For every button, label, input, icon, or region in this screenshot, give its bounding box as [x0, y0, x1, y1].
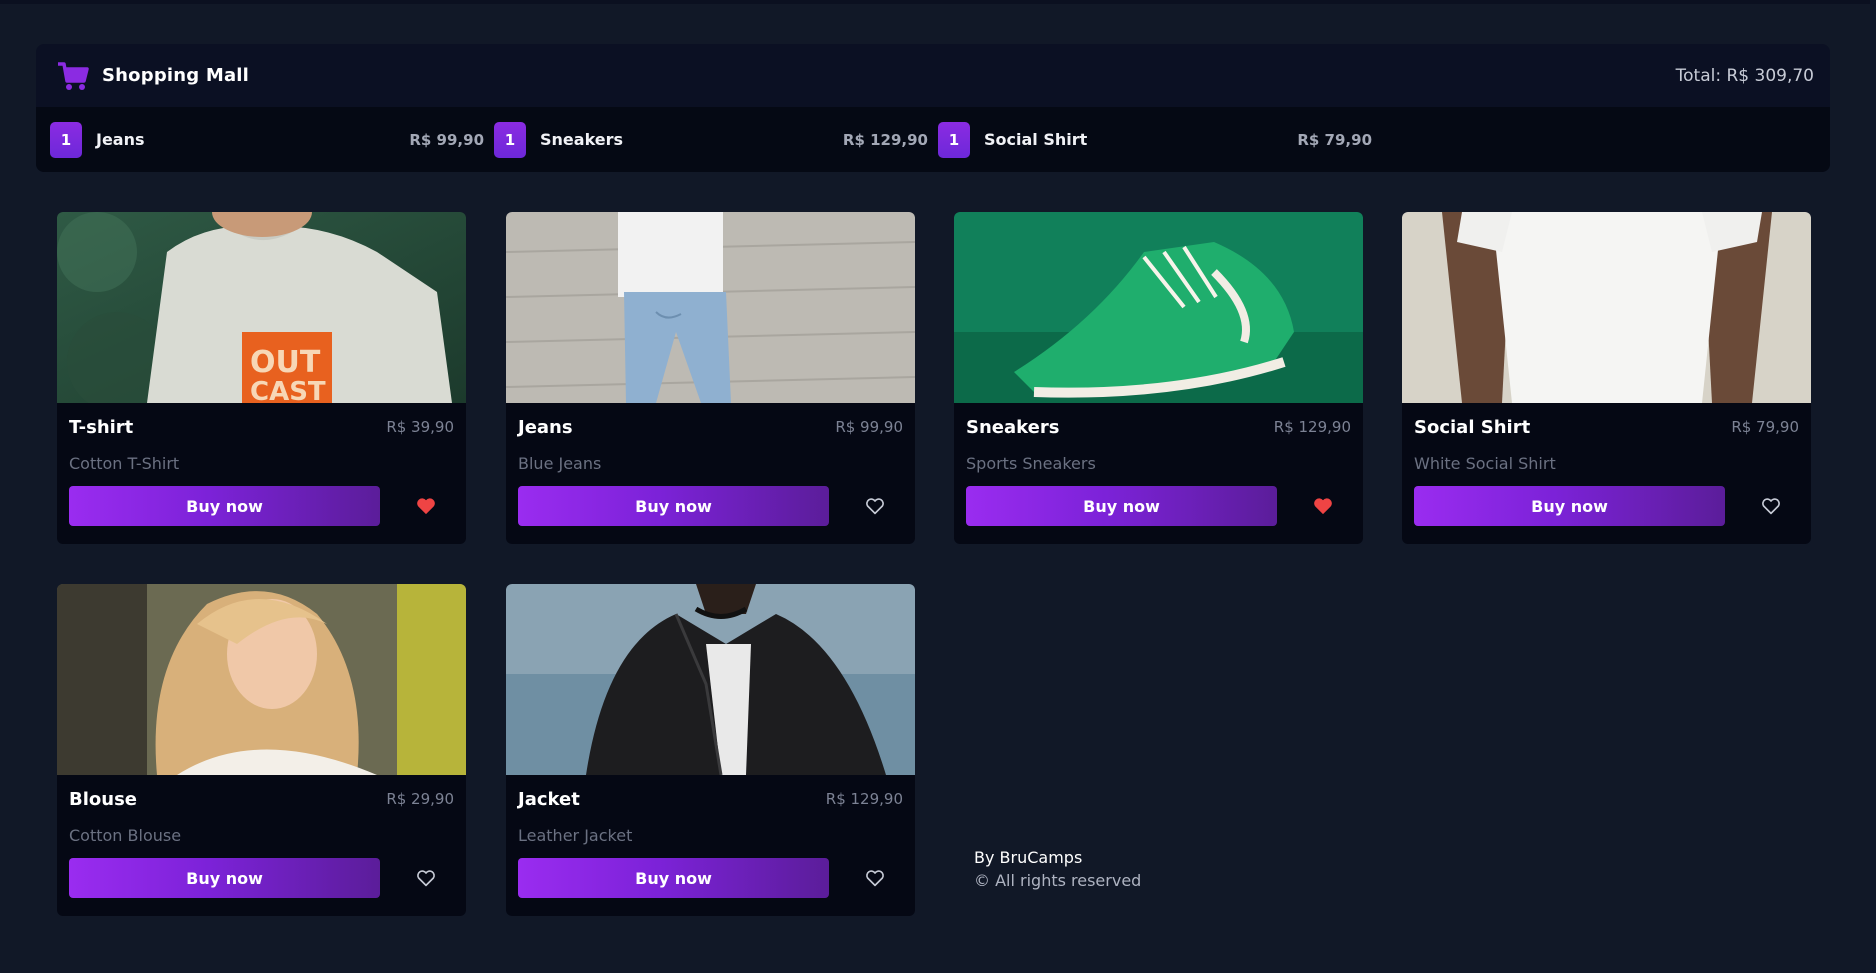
cart-item-price: R$ 79,90 [1297, 130, 1372, 149]
product-image [506, 584, 915, 775]
product-card: Jacket R$ 129,90 Leather Jacket Buy now [506, 584, 915, 916]
product-description: Cotton T-Shirt [69, 454, 180, 473]
cart-item[interactable]: 1 Social Shirt R$ 79,90 [938, 121, 1382, 158]
product-price: R$ 129,90 [825, 790, 903, 808]
top-border [0, 0, 1876, 4]
product-description: Leather Jacket [518, 826, 633, 845]
product-card: OUT CAST T-shirt R$ 39,90 Cotton T-Shirt… [57, 212, 466, 544]
product-image [954, 212, 1363, 403]
quantity-badge: 1 [50, 121, 82, 158]
heart-filled-icon[interactable] [1303, 486, 1343, 526]
svg-text:CAST: CAST [250, 377, 326, 403]
heart-outline-icon[interactable] [855, 858, 895, 898]
product-image [57, 584, 466, 775]
header: Shopping Mall Total: R$ 309,70 1 Jeans R… [36, 44, 1830, 172]
product-card: Sneakers R$ 129,90 Sports Sneakers Buy n… [954, 212, 1363, 544]
shopping-cart-icon [56, 59, 90, 93]
product-price: R$ 39,90 [386, 418, 454, 436]
footer-copyright: © All rights reserved [974, 871, 1142, 890]
quantity-badge: 1 [938, 121, 970, 158]
cart-item[interactable]: 1 Sneakers R$ 129,90 [494, 121, 938, 158]
cart-item-price: R$ 129,90 [842, 130, 928, 149]
brand[interactable]: Shopping Mall [56, 59, 249, 93]
cart-item[interactable]: 1 Jeans R$ 99,90 [50, 121, 494, 158]
heart-outline-icon[interactable] [406, 858, 446, 898]
cart-item-name: Social Shirt [984, 130, 1088, 149]
cart-items-row: 1 Jeans R$ 99,90 1 Sneakers R$ 129,90 1 … [36, 107, 1830, 172]
heart-filled-icon[interactable] [406, 486, 446, 526]
product-description: Blue Jeans [518, 454, 602, 473]
product-card: Blouse R$ 29,90 Cotton Blouse Buy now [57, 584, 466, 916]
product-card: Jeans R$ 99,90 Blue Jeans Buy now [506, 212, 915, 544]
product-description: Cotton Blouse [69, 826, 182, 845]
product-price: R$ 29,90 [386, 790, 454, 808]
product-image: OUT CAST [57, 212, 466, 403]
svg-text:OUT: OUT [250, 345, 321, 380]
product-price: R$ 79,90 [1731, 418, 1799, 436]
product-name: Blouse [69, 788, 137, 810]
product-name: Sneakers [966, 416, 1060, 438]
quantity-badge: 1 [494, 121, 526, 158]
cart-total: Total: R$ 309,70 [1675, 65, 1814, 86]
product-name: T-shirt [69, 416, 134, 438]
header-top: Shopping Mall Total: R$ 309,70 [36, 44, 1830, 107]
product-price: R$ 99,90 [835, 418, 903, 436]
buy-now-button[interactable]: Buy now [69, 486, 380, 526]
product-name: Jeans [518, 416, 573, 438]
heart-outline-icon[interactable] [1751, 486, 1791, 526]
product-name: Jacket [518, 788, 580, 810]
product-price: R$ 129,90 [1273, 418, 1351, 436]
product-description: Sports Sneakers [966, 454, 1096, 473]
heart-outline-icon[interactable] [855, 486, 895, 526]
app-title: Shopping Mall [102, 65, 250, 86]
cart-item-name: Jeans [96, 130, 145, 149]
product-name: Social Shirt [1414, 416, 1531, 438]
buy-now-button[interactable]: Buy now [518, 858, 829, 898]
scrollbar-track[interactable] [1870, 0, 1876, 973]
product-card: Social Shirt R$ 79,90 White Social Shirt… [1402, 212, 1811, 544]
product-description: White Social Shirt [1414, 454, 1556, 473]
buy-now-button[interactable]: Buy now [966, 486, 1277, 526]
footer-author: By BruCamps [974, 848, 1083, 867]
cart-item-name: Sneakers [540, 130, 624, 149]
cart-item-price: R$ 99,90 [409, 130, 484, 149]
footer: By BruCamps © All rights reserved [974, 848, 1141, 890]
buy-now-button[interactable]: Buy now [518, 486, 829, 526]
buy-now-button[interactable]: Buy now [1414, 486, 1725, 526]
buy-now-button[interactable]: Buy now [69, 858, 380, 898]
product-image [506, 212, 915, 403]
product-image [1402, 212, 1811, 403]
